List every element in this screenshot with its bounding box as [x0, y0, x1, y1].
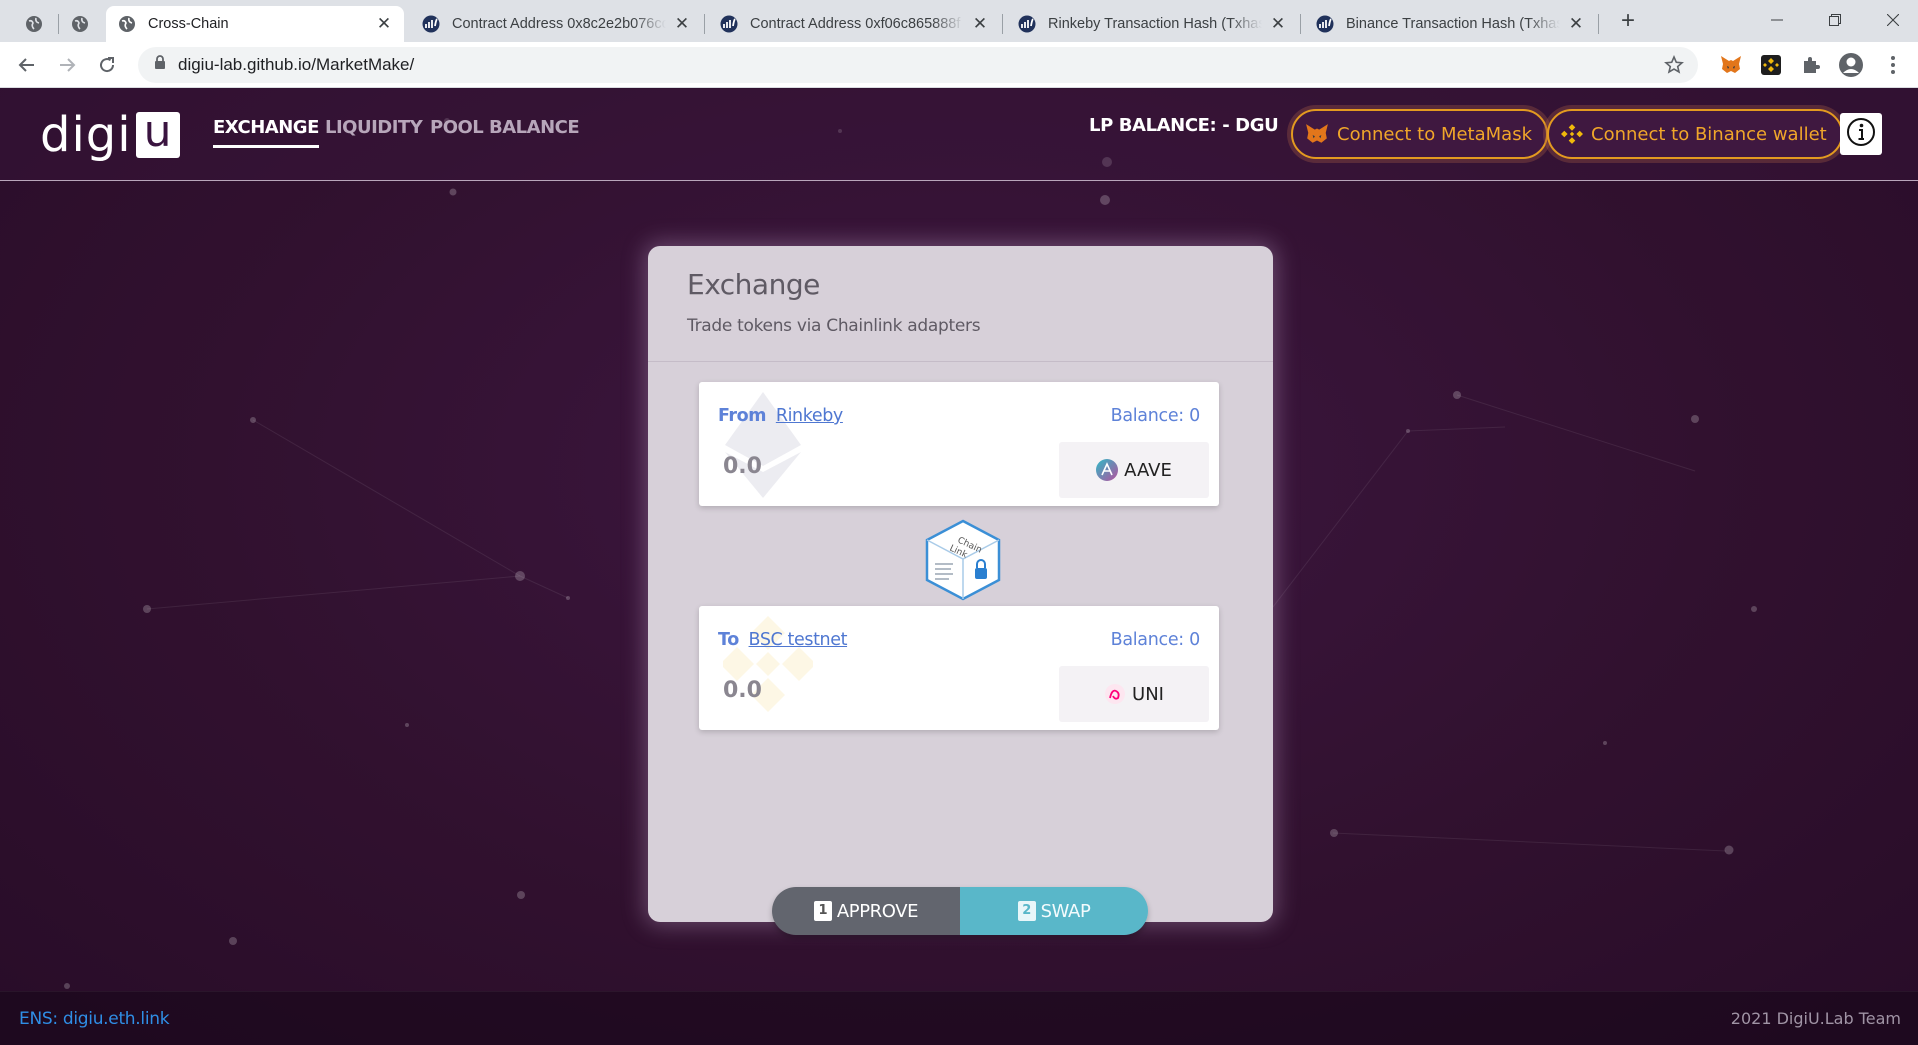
- exchange-title: Exchange: [687, 268, 820, 301]
- swap-label: SWAP: [1040, 900, 1091, 922]
- from-label: From Rinkeby: [718, 406, 843, 426]
- exchange-card: Exchange Trade tokens via Chainlink adap…: [648, 246, 1273, 935]
- tab-rinkeby-tx[interactable]: Rinkeby Transaction Hash (Txhash ✕: [1006, 6, 1298, 42]
- binance-extension-icon[interactable]: [1758, 52, 1784, 78]
- approve-step-number: 1: [813, 901, 832, 921]
- lock-icon[interactable]: [154, 55, 166, 75]
- tab-title: Rinkeby Transaction Hash (Txhash: [1048, 16, 1262, 32]
- etherscan-icon: [422, 15, 440, 33]
- etherscan-icon: [1018, 15, 1036, 33]
- tab-title: Contract Address 0x8c2e2b076cc: [452, 16, 666, 32]
- close-tab-icon[interactable]: ✕: [972, 14, 988, 34]
- back-arrow-icon[interactable]: [12, 50, 42, 80]
- dapp-page: digi u EXCHANGE LIQUIDITY POOL BALANCE L…: [0, 89, 1918, 1045]
- approve-button[interactable]: 1 APPROVE: [772, 887, 960, 935]
- close-tab-icon[interactable]: ✕: [1568, 14, 1584, 34]
- nav-liquidity[interactable]: LIQUIDITY: [325, 117, 423, 138]
- tab-binance-tx[interactable]: Binance Transaction Hash (Txhash ✕: [1304, 6, 1596, 42]
- from-token-select[interactable]: AAVE: [1059, 442, 1209, 498]
- logo-box: u: [135, 110, 180, 158]
- lp-balance: LP BALANCE: - DGU: [1089, 115, 1279, 136]
- address-bar: digiu-lab.github.io/MarketMake/: [0, 42, 1918, 88]
- close-tab-icon[interactable]: ✕: [674, 14, 690, 34]
- pinned-tab-globe-icon[interactable]: [62, 6, 98, 42]
- connect-binance-label: Connect to Binance wallet: [1591, 123, 1827, 145]
- bookmark-star-icon[interactable]: [1664, 54, 1684, 80]
- from-network-link[interactable]: Rinkeby: [776, 406, 843, 426]
- to-amount-input[interactable]: 0.0: [723, 678, 762, 703]
- forward-arrow-icon[interactable]: [52, 50, 82, 80]
- browser-tab-bar: Cross-Chain ✕ Contract Address 0x8c2e2b0…: [0, 0, 1918, 42]
- to-panel: To BSC testnet Balance: 0 0.0 UNI: [699, 606, 1219, 730]
- metamask-extension-icon[interactable]: [1718, 52, 1744, 78]
- reload-icon[interactable]: [92, 50, 122, 80]
- from-prefix: From: [718, 406, 767, 426]
- to-network-link[interactable]: BSC testnet: [749, 630, 848, 650]
- to-token-select[interactable]: UNI: [1059, 666, 1209, 722]
- action-buttons: 1 APPROVE 2 SWAP: [772, 887, 1148, 935]
- globe-icon: [118, 15, 136, 33]
- info-button[interactable]: [1840, 113, 1882, 155]
- pinned-tab-globe-icon[interactable]: [16, 6, 52, 42]
- exchange-subtitle: Trade tokens via Chainlink adapters: [687, 316, 981, 336]
- url-bar[interactable]: digiu-lab.github.io/MarketMake/: [138, 47, 1698, 83]
- tab-contract-address-1[interactable]: Contract Address 0x8c2e2b076cc ✕: [410, 6, 702, 42]
- from-token-label: AAVE: [1124, 459, 1172, 481]
- from-balance: Balance: 0: [1110, 406, 1201, 426]
- copyright-text: 2021 DigiU.Lab Team: [1730, 1009, 1901, 1028]
- from-panel: From Rinkeby Balance: 0 0.0 AAVE: [699, 382, 1219, 506]
- swap-button[interactable]: 2 SWAP: [960, 887, 1148, 935]
- close-tab-icon[interactable]: ✕: [1270, 14, 1286, 34]
- extensions-puzzle-icon[interactable]: [1798, 52, 1824, 78]
- from-amount-input[interactable]: 0.0: [723, 454, 762, 479]
- tab-title: Contract Address 0xf06c865888f: [750, 16, 961, 32]
- nav-pool-balance[interactable]: POOL BALANCE: [430, 117, 580, 138]
- to-balance: Balance: 0: [1110, 630, 1201, 650]
- to-prefix: To: [718, 630, 739, 650]
- browser-menu-icon[interactable]: [1880, 52, 1906, 78]
- new-tab-plus-icon[interactable]: +: [1614, 8, 1642, 36]
- profile-avatar-icon[interactable]: [1838, 52, 1864, 78]
- ens-link[interactable]: ENS: digiu.eth.link: [19, 1009, 170, 1029]
- info-icon: [1846, 117, 1876, 152]
- logo-text: digi: [40, 107, 132, 163]
- close-window-icon[interactable]: [1864, 0, 1918, 40]
- approve-label: APPROVE: [836, 900, 919, 922]
- url-text: digiu-lab.github.io/MarketMake/: [178, 55, 415, 74]
- etherscan-icon: [720, 15, 738, 33]
- connect-metamask-label: Connect to MetaMask: [1337, 123, 1532, 145]
- digiu-logo[interactable]: digi u: [40, 109, 180, 161]
- uni-token-icon: [1104, 683, 1126, 705]
- tab-title: Binance Transaction Hash (Txhash: [1346, 16, 1560, 32]
- tab-contract-address-2[interactable]: Contract Address 0xf06c865888f ✕: [708, 6, 1000, 42]
- restore-icon[interactable]: [1806, 0, 1864, 40]
- to-token-label: UNI: [1132, 683, 1164, 705]
- connect-binance-button[interactable]: Connect to Binance wallet: [1547, 109, 1843, 159]
- nav-exchange[interactable]: EXCHANGE: [213, 117, 319, 148]
- tab-cross-chain[interactable]: Cross-Chain ✕: [106, 6, 404, 42]
- page-footer: ENS: digiu.eth.link 2021 DigiU.Lab Team: [0, 991, 1918, 1045]
- etherscan-icon: [1316, 15, 1334, 33]
- aave-token-icon: [1096, 459, 1119, 481]
- close-tab-icon[interactable]: ✕: [376, 14, 392, 34]
- exchange-card-header: Exchange Trade tokens via Chainlink adap…: [648, 246, 1273, 362]
- chainlink-cube-icon: Chain Link: [923, 518, 1003, 602]
- binance-icon: [1561, 123, 1583, 145]
- minimize-icon[interactable]: [1748, 0, 1806, 40]
- to-label: To BSC testnet: [718, 630, 847, 650]
- connect-metamask-button[interactable]: Connect to MetaMask: [1291, 109, 1548, 159]
- top-navigation: digi u EXCHANGE LIQUIDITY POOL BALANCE L…: [0, 89, 1918, 181]
- metamask-fox-icon: [1305, 123, 1329, 145]
- tab-title: Cross-Chain: [148, 16, 229, 32]
- swap-step-number: 2: [1017, 901, 1036, 921]
